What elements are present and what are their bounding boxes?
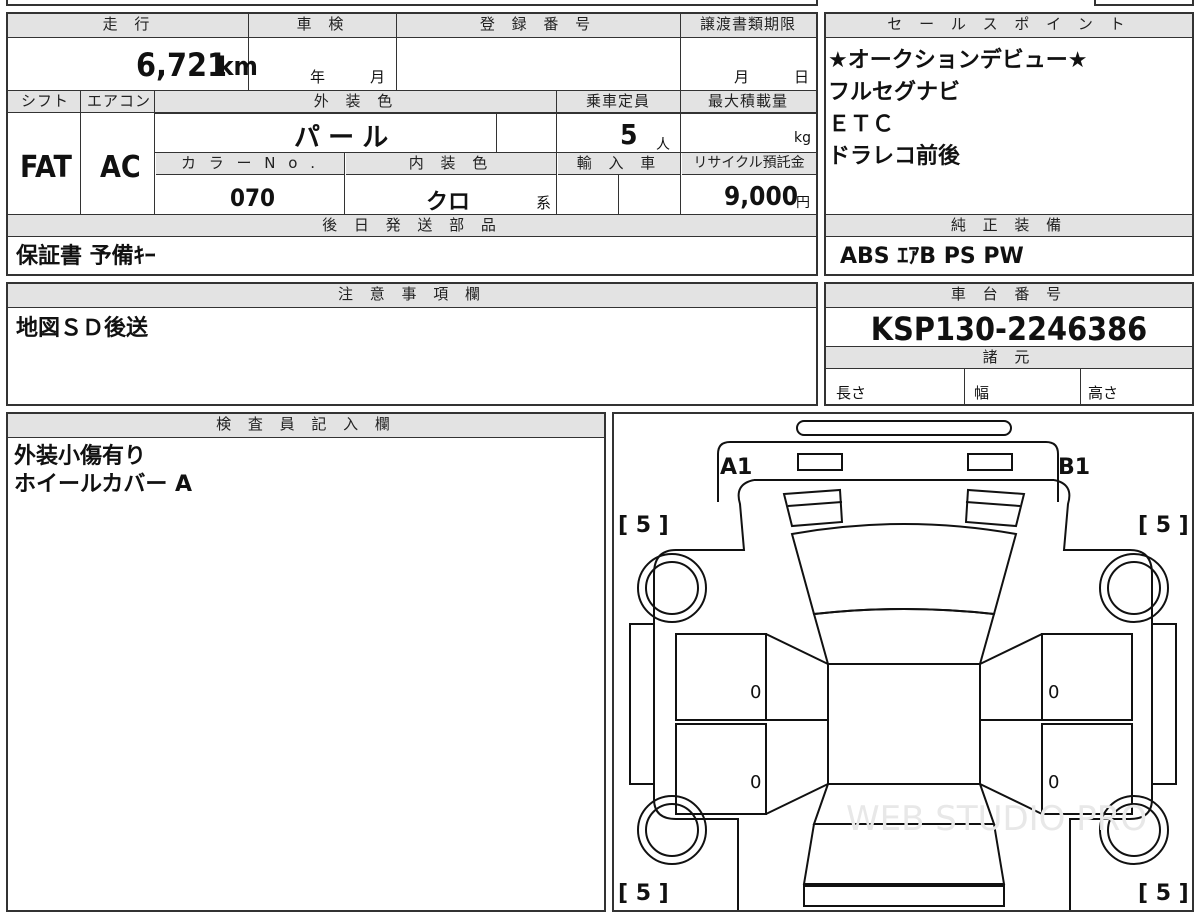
recycle-unit: 円 — [796, 195, 810, 211]
capacity-unit: 人 — [656, 137, 670, 153]
windshield — [790, 523, 1018, 616]
recycle-header: リサイクル預託金 — [682, 153, 816, 175]
later-parts-header: 後 日 発 送 部 品 — [8, 215, 816, 237]
specs-header: 諸 元 — [826, 347, 1192, 369]
sales-point-item: ★オークションデビュー★ — [828, 48, 1088, 73]
notes-header: 注 意 事 項 欄 — [8, 284, 816, 308]
door-front-left — [675, 633, 767, 721]
standard-equipment-value: ABS ｴｱB PS PW — [840, 244, 1024, 269]
mileage-unit: km — [218, 52, 258, 82]
transfer-deadline-header: 譲渡書類期限 — [680, 14, 816, 38]
interior-color-value: クロ — [426, 190, 471, 215]
wiper-right — [964, 488, 1026, 528]
vehicle-info-table: 走 行 車 検 登 録 番 号 譲渡書類期限 6,721 km 年 月 月 日 … — [6, 12, 818, 276]
sales-points-box: セ ー ル ス ポ イ ン ト ★オークションデビュー★ フルセグナビ ＥＴＣ … — [824, 12, 1194, 276]
top-strip-right — [1094, 0, 1194, 6]
standard-equipment-header: 純 正 装 備 — [826, 215, 1192, 237]
capacity-header: 乗車定員 — [556, 91, 680, 113]
sales-point-item: フルセグナビ — [828, 80, 961, 105]
front-bumper — [796, 420, 1012, 436]
import-header: 輸 入 車 — [558, 153, 680, 175]
inspection-month-unit: 月 — [370, 68, 386, 86]
shift-header: シフト — [8, 91, 82, 113]
car-diagram-box: A1 B1 [ 5 ] [ 5 ] [ 5 ] [ 5 ] 0 0 0 0 WE… — [612, 412, 1194, 912]
spec-width-label: 幅 — [974, 384, 990, 402]
spec-height-label: 高さ — [1088, 384, 1119, 402]
tire-front-right — [1099, 553, 1169, 623]
door-rl-mark: 0 — [750, 772, 761, 793]
deadline-day-unit: 日 — [794, 68, 810, 86]
inspection-header: 車 検 — [250, 14, 396, 38]
deadline-month-unit: 月 — [734, 68, 750, 86]
tire-fr-label: [ 5 ] — [1138, 513, 1189, 538]
color-no-header: カ ラ ー N o . — [156, 153, 344, 175]
tire-front-left — [637, 553, 707, 623]
spec-length-label: 長さ — [836, 384, 867, 402]
sales-points-header: セ ー ル ス ポ イ ン ト — [826, 14, 1192, 38]
rear-bumper — [803, 885, 1005, 907]
door-fl-mark: 0 — [750, 682, 761, 703]
max-load-unit: kg — [794, 130, 811, 146]
interior-color-header: 内 装 色 — [346, 153, 556, 175]
front-lamp-left — [797, 453, 843, 471]
shift-value: FAT — [20, 150, 72, 185]
tire-rl-label: [ 5 ] — [618, 881, 669, 906]
exterior-color-header: 外 装 色 — [156, 91, 556, 113]
notes-value: 地図ＳＤ後送 — [16, 316, 149, 341]
tire-fl-label: [ 5 ] — [618, 513, 669, 538]
capacity-value: 5 — [620, 118, 638, 151]
door-front-right — [1041, 633, 1133, 721]
color-no-value: 070 — [230, 184, 276, 212]
inspector-box: 検 査 員 記 入 欄 外装小傷有り ホイールカバー A — [6, 412, 606, 912]
inspector-header: 検 査 員 記 入 欄 — [8, 414, 604, 438]
mileage-value: 6,721 — [136, 46, 228, 84]
sales-point-item: ドラレコ前後 — [828, 144, 961, 169]
aircon-header: エアコン — [82, 91, 156, 113]
watermark: WEB STUDIO PRO — [846, 799, 1147, 839]
notes-box: 注 意 事 項 欄 地図ＳＤ後送 — [6, 282, 818, 406]
inspector-line: ホイールカバー A — [14, 472, 193, 497]
chassis-value: KSP130-2246386 — [870, 310, 1148, 348]
exterior-color-value: パ ー ル — [294, 123, 389, 153]
interior-color-suffix: 系 — [536, 194, 552, 212]
car-diagram: A1 B1 [ 5 ] [ 5 ] [ 5 ] [ 5 ] 0 0 0 0 WE… — [618, 420, 1189, 910]
inspection-year-unit: 年 — [310, 68, 326, 86]
tire-rear-left — [637, 795, 707, 865]
wiper-left — [782, 488, 844, 528]
chassis-box: 車 台 番 号 KSP130-2246386 諸 元 長さ 幅 高さ — [824, 282, 1194, 406]
recycle-value: 9,000 — [724, 182, 798, 212]
registration-header: 登 録 番 号 — [396, 14, 680, 38]
mark-front-right: B1 — [1058, 455, 1090, 480]
max-load-header: 最大積載量 — [680, 91, 816, 113]
front-lamp-right — [967, 453, 1013, 471]
tire-rr-label: [ 5 ] — [1138, 881, 1189, 906]
inspector-line: 外装小傷有り — [14, 444, 147, 469]
later-parts-value: 保証書 予備ｷｰ — [16, 244, 156, 269]
door-rr-mark: 0 — [1048, 772, 1059, 793]
top-strip — [6, 0, 818, 6]
door-fr-mark: 0 — [1048, 682, 1059, 703]
roof-panel — [827, 663, 981, 785]
aircon-value: AC — [100, 150, 141, 185]
sales-point-item: ＥＴＣ — [828, 112, 895, 137]
chassis-header: 車 台 番 号 — [826, 284, 1192, 308]
mileage-header: 走 行 — [8, 14, 250, 38]
mark-front-left: A1 — [720, 455, 752, 480]
